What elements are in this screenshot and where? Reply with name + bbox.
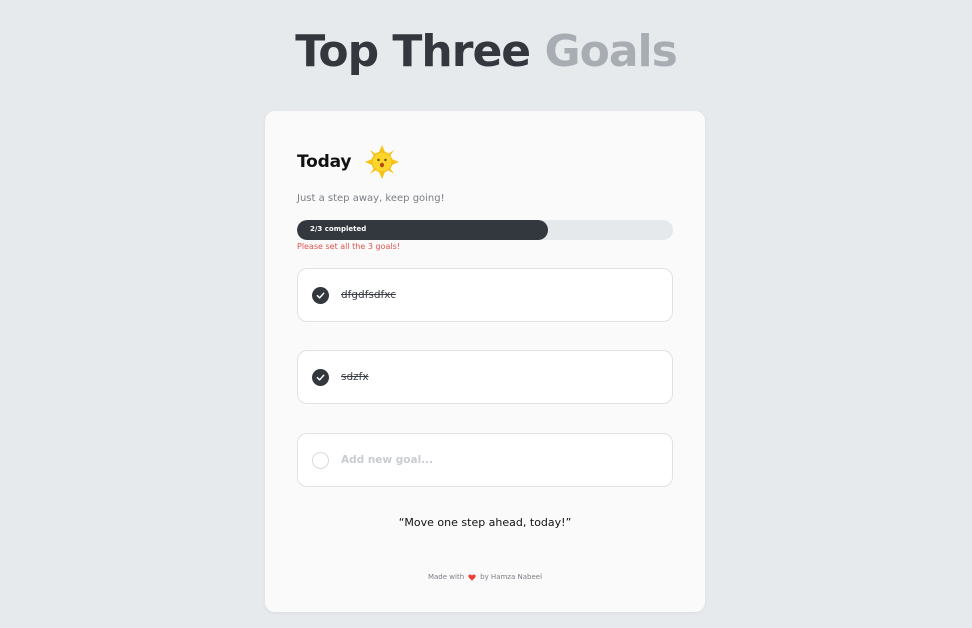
progress-label: 2/3 completed (310, 225, 367, 233)
page-title: Top Three Goals (0, 26, 972, 78)
new-goal-input[interactable] (341, 454, 641, 466)
goals-card: Today Just a step away, keep going! 2/3 … (265, 111, 705, 612)
heart-icon (468, 573, 476, 581)
empty-circle-icon[interactable] (312, 451, 329, 469)
checkmark-icon[interactable] (312, 368, 329, 386)
goal-item-1[interactable]: dfgdfsdfxc (297, 268, 673, 322)
sun-emoji-icon (365, 145, 400, 179)
heading-row: Today (297, 145, 400, 179)
title-accent: Goals (544, 26, 677, 77)
progress-fill: 2/3 completed (297, 220, 548, 240)
progress-bar: 2/3 completed (297, 220, 673, 240)
checkmark-icon[interactable] (312, 286, 329, 304)
motivational-quote: “Move one step ahead, today!” (398, 516, 572, 529)
card-heading: Today (297, 152, 352, 172)
goal-item-3[interactable] (297, 433, 673, 487)
goal-text[interactable]: dfgdfsdfxc (341, 289, 396, 301)
goal-item-2[interactable]: sdzfx (297, 350, 673, 404)
subtitle: Just a step away, keep going! (297, 193, 445, 204)
footer-prefix: Made with (427, 573, 465, 581)
title-main: Top Three (295, 26, 531, 77)
footer-suffix: by Hamza Nabeel (480, 573, 543, 581)
footer: Made with by Hamza Nabeel (265, 573, 705, 581)
error-message: Please set all the 3 goals! (297, 242, 400, 251)
goal-text[interactable]: sdzfx (341, 371, 369, 383)
